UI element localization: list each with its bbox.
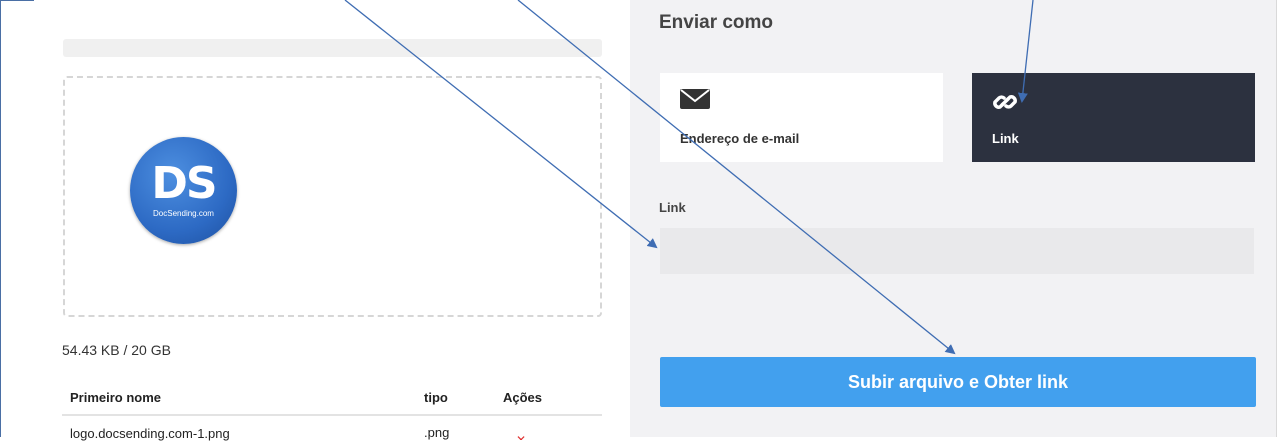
logo-monogram: DS (151, 158, 217, 209)
link-field-label: Link (659, 200, 686, 215)
column-header-actions: Ações (503, 390, 543, 405)
send-as-title: Enviar como (659, 12, 774, 33)
link-input[interactable] (660, 228, 1254, 274)
file-name-cell: logo.docsending.com-1.png (70, 426, 230, 441)
file-table: Primeiro nome tipo Ações logo.docsending… (62, 382, 602, 441)
storage-usage: 54.43 KB / 20 GB (62, 342, 171, 358)
upload-progress-bar (63, 39, 602, 57)
upload-and-get-link-button[interactable]: Subir arquivo e Obter link (660, 357, 1256, 407)
logo-caption: DocSending.com (153, 209, 214, 218)
table-row: logo.docsending.com-1.png .png ✕ (62, 416, 602, 441)
send-option-link[interactable]: Link (972, 73, 1255, 162)
link-icon (992, 89, 1018, 120)
scrollbar[interactable] (1276, 0, 1285, 437)
send-option-email[interactable]: Endereço de e-mail (660, 73, 943, 162)
envelope-icon (680, 89, 710, 114)
column-header-name: Primeiro nome (70, 390, 162, 405)
send-option-email-label: Endereço de e-mail (680, 131, 800, 146)
file-preview-thumbnail: DS DocSending.com (130, 137, 237, 244)
file-type-cell: .png (424, 425, 450, 440)
column-header-type: tipo (424, 390, 448, 405)
send-option-link-label: Link (992, 131, 1019, 146)
file-table-header: Primeiro nome tipo Ações (62, 382, 602, 416)
delete-icon[interactable]: ✕ (516, 434, 526, 440)
